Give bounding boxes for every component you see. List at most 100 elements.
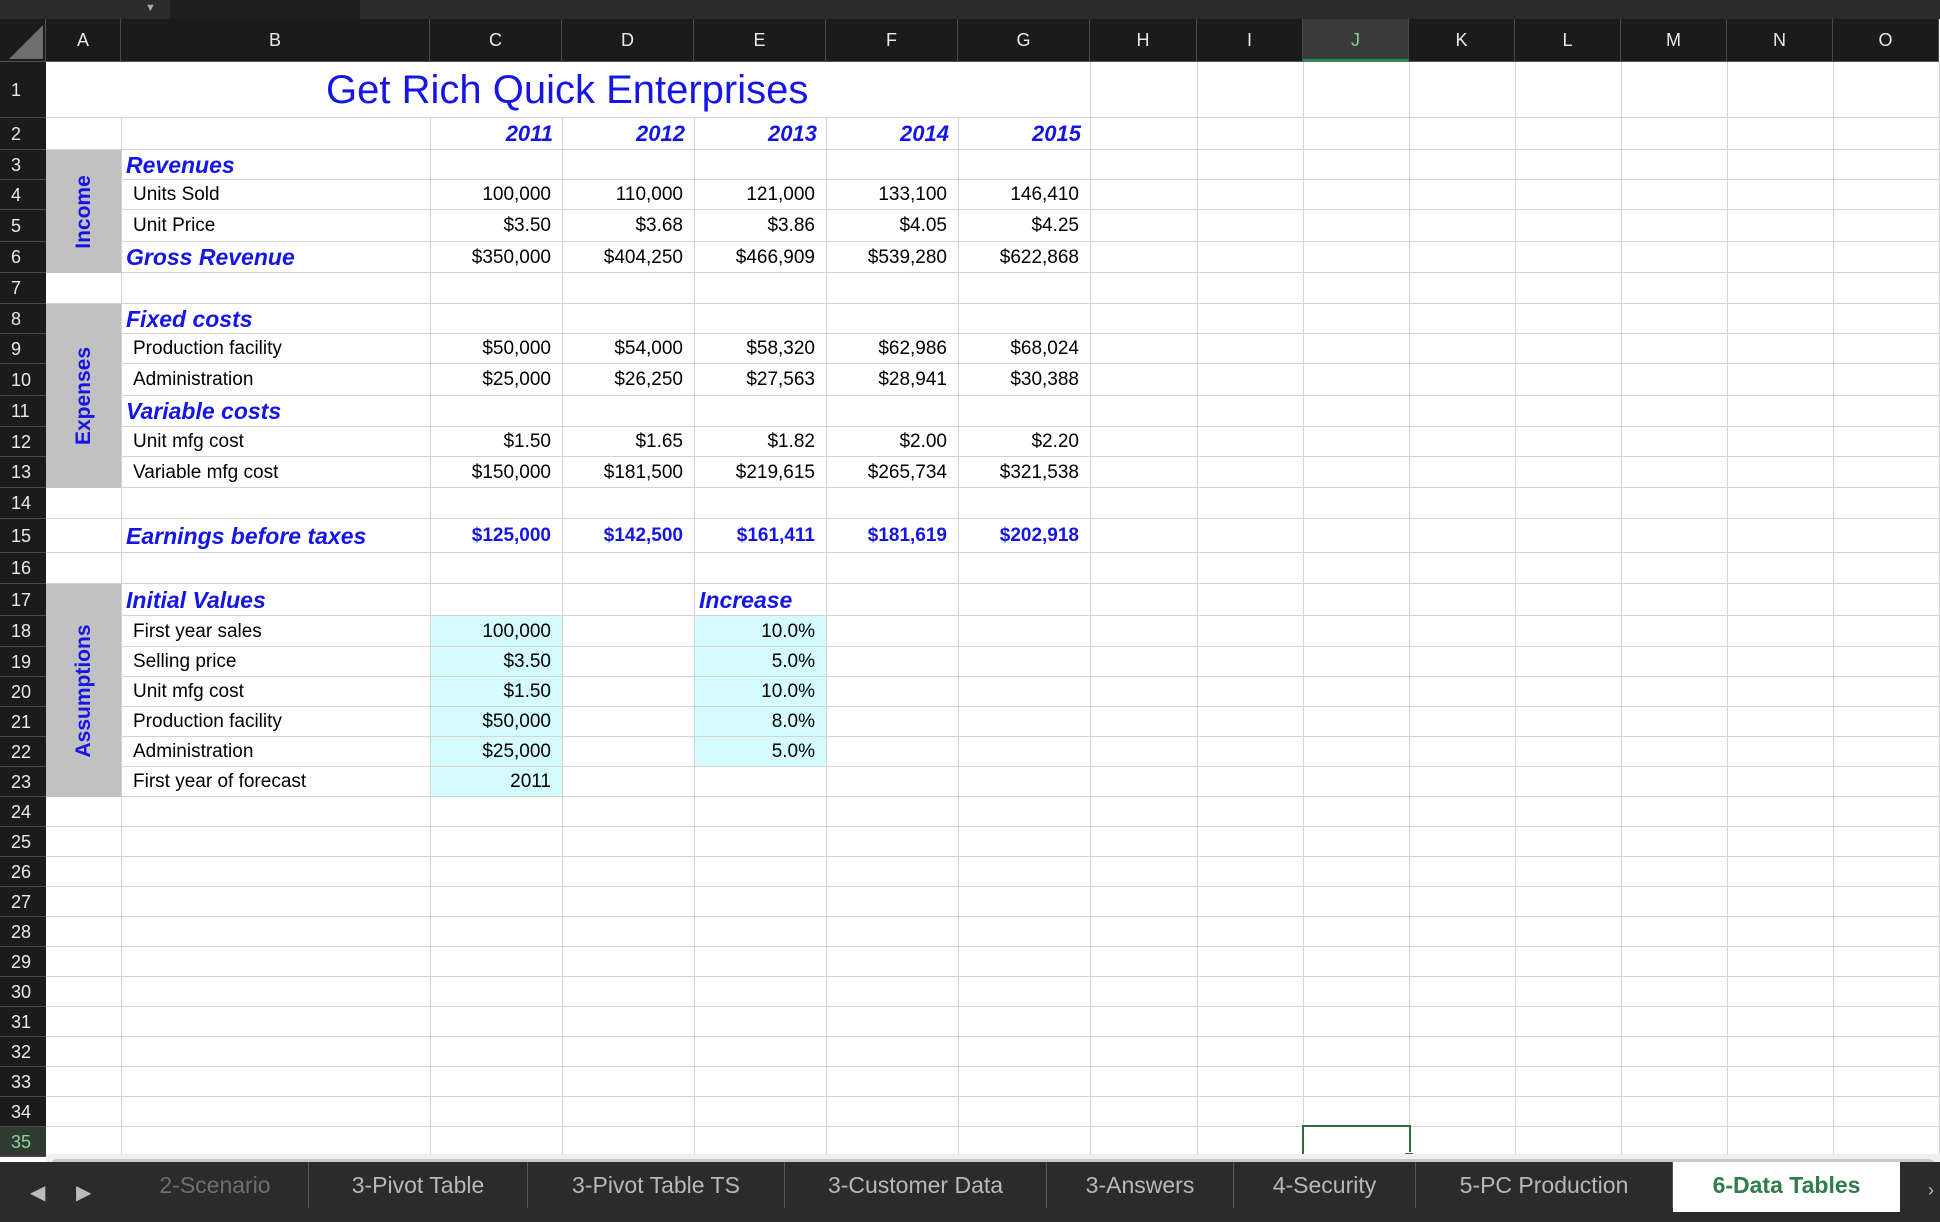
prev-sheet-icon[interactable]: ◀	[30, 1180, 45, 1205]
assumption-value[interactable]: $1.50	[430, 677, 562, 707]
unit-price-value[interactable]: $3.50	[430, 210, 562, 242]
variable-mfg-cost-value[interactable]: $321,538	[958, 457, 1090, 488]
variable-mfg-cost-value[interactable]: $181,500	[562, 457, 694, 488]
heading-revenues[interactable]: Revenues	[121, 150, 430, 180]
row-header-27[interactable]: 27	[0, 887, 46, 917]
heading-gross-revenue[interactable]: Gross Revenue	[121, 242, 430, 273]
administration-value[interactable]: $26,250	[562, 364, 694, 396]
row-header-30[interactable]: 30	[0, 977, 46, 1007]
units-sold-value[interactable]: 121,000	[694, 180, 826, 210]
gross-revenue-value[interactable]: $622,868	[958, 242, 1090, 273]
row-header-9[interactable]: 9	[0, 334, 46, 364]
administration-value[interactable]: $25,000	[430, 364, 562, 396]
units-sold-label[interactable]: Units Sold	[121, 180, 430, 210]
unit-mfg-cost-value[interactable]: $2.20	[958, 427, 1090, 457]
row-header-23[interactable]: 23	[0, 767, 46, 797]
row-header-15[interactable]: 15	[0, 519, 46, 553]
column-header-g[interactable]: G	[958, 19, 1090, 62]
column-header-m[interactable]: M	[1621, 19, 1727, 62]
unit-price-value[interactable]: $4.25	[958, 210, 1090, 242]
row-header-12[interactable]: 12	[0, 427, 46, 457]
heading-earnings-before-taxes[interactable]: Earnings before taxes	[121, 519, 430, 553]
row-header-28[interactable]: 28	[0, 917, 46, 947]
production-facility-value[interactable]: $54,000	[562, 334, 694, 364]
earnings-value[interactable]: $142,500	[562, 519, 694, 553]
unit-mfg-cost-value[interactable]: $1.82	[694, 427, 826, 457]
column-header-k[interactable]: K	[1409, 19, 1515, 62]
spreadsheet-grid[interactable]: ABCDEFGHIJKLMNO1234567891011121314151617…	[0, 19, 1940, 1162]
assumption-increase[interactable]: 5.0%	[694, 647, 826, 677]
column-header-o[interactable]: O	[1833, 19, 1939, 62]
formula-bar[interactable]	[170, 0, 360, 19]
sheet-tab-3-answers[interactable]: 3-Answers	[1047, 1162, 1234, 1208]
assumption-increase[interactable]: 10.0%	[694, 677, 826, 707]
year-header[interactable]: 2012	[562, 118, 694, 150]
more-sheets-icon[interactable]: ›	[1928, 1180, 1934, 1201]
row-header-31[interactable]: 31	[0, 1007, 46, 1037]
assumption-value[interactable]: 100,000	[430, 616, 562, 647]
column-header-c[interactable]: C	[430, 19, 562, 62]
unit-mfg-cost-value[interactable]: $2.00	[826, 427, 958, 457]
row-header-29[interactable]: 29	[0, 947, 46, 977]
row-header-33[interactable]: 33	[0, 1067, 46, 1097]
units-sold-value[interactable]: 133,100	[826, 180, 958, 210]
row-header-17[interactable]: 17	[0, 584, 46, 616]
assumption-increase[interactable]: 8.0%	[694, 707, 826, 737]
row-header-1[interactable]: 1	[0, 62, 46, 118]
assumption-label[interactable]: Production facility	[121, 707, 430, 737]
row-header-21[interactable]: 21	[0, 707, 46, 737]
earnings-value[interactable]: $202,918	[958, 519, 1090, 553]
earnings-value[interactable]: $125,000	[430, 519, 562, 553]
row-header-13[interactable]: 13	[0, 457, 46, 488]
namebox-dropdown-icon[interactable]: ▼	[145, 2, 156, 14]
sheet-tab-5-pc-production[interactable]: 5-PC Production	[1416, 1162, 1673, 1208]
row-header-4[interactable]: 4	[0, 180, 46, 210]
variable-mfg-cost-value[interactable]: $219,615	[694, 457, 826, 488]
row-header-10[interactable]: 10	[0, 364, 46, 396]
assumption-value[interactable]: $50,000	[430, 707, 562, 737]
administration-value[interactable]: $30,388	[958, 364, 1090, 396]
units-sold-value[interactable]: 100,000	[430, 180, 562, 210]
earnings-value[interactable]: $181,619	[826, 519, 958, 553]
column-header-d[interactable]: D	[562, 19, 694, 62]
assumption-label[interactable]: Unit mfg cost	[121, 677, 430, 707]
unit-price-value[interactable]: $3.86	[694, 210, 826, 242]
row-header-11[interactable]: 11	[0, 396, 46, 427]
year-header[interactable]: 2013	[694, 118, 826, 150]
assumption-increase[interactable]: 10.0%	[694, 616, 826, 647]
assumption-label[interactable]: Selling price	[121, 647, 430, 677]
assumption-value[interactable]: $3.50	[430, 647, 562, 677]
row-header-7[interactable]: 7	[0, 273, 46, 304]
row-header-32[interactable]: 32	[0, 1037, 46, 1067]
row-header-26[interactable]: 26	[0, 857, 46, 887]
heading-variable-costs[interactable]: Variable costs	[121, 396, 430, 427]
row-header-35[interactable]: 35	[0, 1127, 46, 1157]
production-facility-value[interactable]: $50,000	[430, 334, 562, 364]
row-header-16[interactable]: 16	[0, 553, 46, 584]
sheet-tab-4-security[interactable]: 4-Security	[1234, 1162, 1416, 1208]
heading-increase[interactable]: Increase	[694, 584, 826, 616]
unit-price-value[interactable]: $4.05	[826, 210, 958, 242]
assumption-increase[interactable]: 5.0%	[694, 737, 826, 767]
production-facility-value[interactable]: $58,320	[694, 334, 826, 364]
unit-mfg-cost-value[interactable]: $1.50	[430, 427, 562, 457]
column-header-b[interactable]: B	[121, 19, 430, 62]
row-header-6[interactable]: 6	[0, 242, 46, 273]
year-header[interactable]: 2015	[958, 118, 1090, 150]
assumption-label[interactable]: Administration	[121, 737, 430, 767]
variable-mfg-cost-value[interactable]: $150,000	[430, 457, 562, 488]
row-header-25[interactable]: 25	[0, 827, 46, 857]
gross-revenue-value[interactable]: $404,250	[562, 242, 694, 273]
gross-revenue-value[interactable]: $466,909	[694, 242, 826, 273]
assumption-label[interactable]: First year sales	[121, 616, 430, 647]
row-header-19[interactable]: 19	[0, 647, 46, 677]
variable-mfg-cost-label[interactable]: Variable mfg cost	[121, 457, 430, 488]
column-header-i[interactable]: I	[1197, 19, 1303, 62]
heading-fixed-costs[interactable]: Fixed costs	[121, 304, 430, 334]
column-header-j[interactable]: J	[1303, 19, 1409, 62]
row-header-24[interactable]: 24	[0, 797, 46, 827]
unit-mfg-cost-label[interactable]: Unit mfg cost	[121, 427, 430, 457]
units-sold-value[interactable]: 110,000	[562, 180, 694, 210]
select-all-corner[interactable]	[0, 19, 46, 62]
sheet-tab-6-data-tables[interactable]: 6-Data Tables	[1673, 1162, 1900, 1212]
